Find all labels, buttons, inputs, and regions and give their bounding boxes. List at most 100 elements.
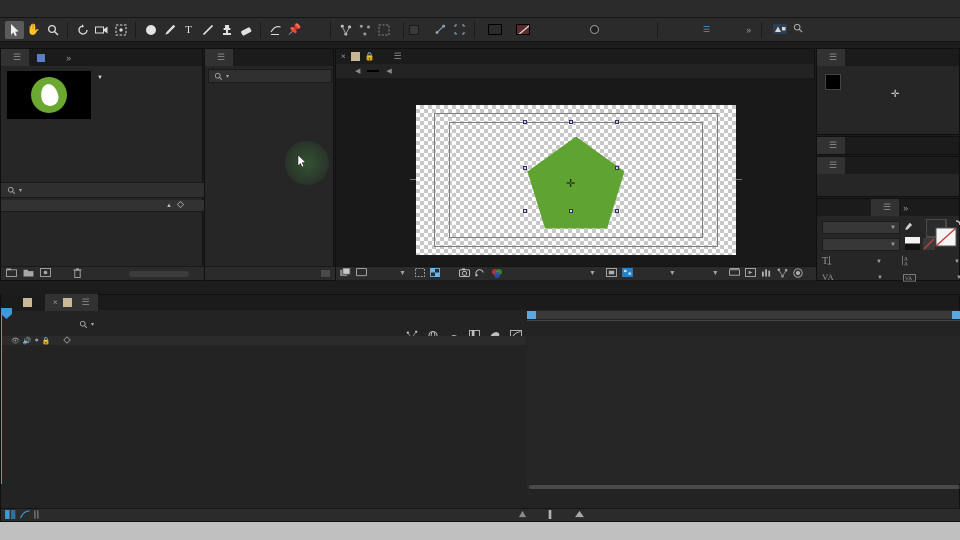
zoom-tool[interactable]	[43, 21, 62, 39]
magnification-icon[interactable]	[340, 267, 351, 279]
workspace-overflow-icon[interactable]: »	[746, 25, 751, 35]
toggle-audio-icon[interactable]: 🔊	[23, 337, 32, 345]
no-fill-icon[interactable]	[923, 237, 935, 252]
breadcrumb-prev-icon[interactable]: ◀	[355, 67, 360, 75]
anchor-point-icon[interactable]: ✛	[566, 178, 575, 189]
selection-handle-bc[interactable]	[569, 208, 573, 213]
fast-previews-icon[interactable]	[744, 268, 756, 279]
puppet-pin-tool[interactable]: 📌	[285, 21, 304, 39]
breadcrumb-item-current[interactable]	[367, 70, 380, 72]
snapping-icon-2[interactable]	[450, 21, 469, 39]
zoom-slider[interactable]	[545, 509, 555, 521]
font-family-select[interactable]: ▼	[822, 221, 900, 234]
work-area-start-handle[interactable]	[527, 311, 536, 319]
timeline-track-grid[interactable]	[527, 336, 960, 484]
kerning-dropdown-icon[interactable]: ▼	[877, 275, 883, 281]
camera-dropdown-icon[interactable]: ▼	[669, 270, 676, 277]
panel-menu-icon[interactable]: ☰	[829, 52, 837, 63]
show-snapshot-icon[interactable]	[475, 268, 486, 279]
panel-menu-icon[interactable]: ☰	[13, 52, 21, 63]
resolution-dropdown-icon[interactable]: ▼	[589, 270, 596, 277]
selection-handle-tr[interactable]	[615, 119, 619, 124]
exposure-icon[interactable]	[793, 267, 803, 280]
eyedropper-icon[interactable]	[903, 222, 913, 234]
graph-editor-toggle-icon[interactable]	[19, 509, 30, 521]
shape-tool[interactable]	[141, 21, 160, 39]
pixel-aspect-correction-icon[interactable]	[728, 268, 740, 279]
font-style-select[interactable]: ▼	[822, 238, 900, 251]
panel-menu-icon[interactable]: ☰	[829, 140, 837, 151]
chevron-down-icon[interactable]: ▼	[890, 225, 896, 231]
composition-viewport[interactable]: ✛	[336, 78, 816, 281]
project-search-field[interactable]: ▾	[1, 182, 204, 198]
timeline-horizontal-scrollbar[interactable]	[527, 485, 960, 489]
toggle-switches-modes-icon[interactable]	[5, 509, 16, 521]
sort-ascending-icon[interactable]: ▲	[166, 203, 176, 209]
project-tabs-overflow-icon[interactable]: »	[66, 53, 71, 63]
leading-dropdown-icon[interactable]: ▼	[954, 259, 960, 265]
selection-handle-br[interactable]	[615, 208, 619, 213]
view-dropdown-icon[interactable]: ▼	[712, 270, 719, 277]
composition-canvas[interactable]: ✛	[410, 104, 742, 255]
fill-color-swatch[interactable]	[488, 24, 502, 35]
close-icon[interactable]: ×	[53, 298, 58, 307]
channel-rgb-icon[interactable]	[491, 268, 503, 280]
clone-stamp-tool[interactable]	[217, 21, 236, 39]
new-folder-icon[interactable]	[6, 268, 17, 279]
zoom-dropdown-icon[interactable]: ▼	[399, 270, 406, 277]
panel-menu-icon[interactable]: ☰	[394, 51, 402, 62]
panel-menu-icon[interactable]: ☰	[829, 160, 837, 171]
search-dropdown-icon[interactable]: ▾	[226, 73, 229, 80]
add-menu-icon[interactable]	[590, 25, 599, 34]
snapping-checkbox[interactable]	[409, 24, 419, 35]
chevron-down-icon[interactable]: ▼	[97, 75, 103, 81]
search-dropdown-icon[interactable]: ▾	[19, 187, 22, 194]
workspace-menu-icon[interactable]: ☰	[703, 25, 710, 34]
panel-menu-icon[interactable]: ☰	[82, 297, 90, 308]
type-tool[interactable]: T	[179, 21, 198, 39]
selection-tool[interactable]	[5, 20, 24, 39]
search-help-icon[interactable]	[793, 23, 803, 36]
selection-handle-mr[interactable]	[615, 165, 619, 170]
work-area-bar[interactable]	[527, 311, 960, 319]
tab-character[interactable]: ☰	[871, 199, 900, 216]
lock-icon[interactable]: 🔒	[365, 52, 375, 61]
breadcrumb-next-icon[interactable]: ◀	[386, 67, 391, 75]
panel-menu-icon[interactable]: ☰	[217, 52, 225, 63]
tab-project[interactable]: ☰	[1, 49, 30, 66]
tab-effect-controls[interactable]	[29, 49, 59, 66]
timeline-tab-current[interactable]: × ☰	[45, 294, 98, 311]
mask-tool[interactable]	[374, 21, 393, 39]
playhead-line[interactable]	[1, 311, 2, 484]
timeline-resize-handle[interactable]	[34, 509, 39, 521]
timeline-search-field[interactable]: ▾	[79, 318, 199, 330]
tab-paragraph[interactable]: ☰	[817, 157, 846, 174]
zoom-out-icon[interactable]	[518, 510, 527, 520]
timeline-ruler[interactable]	[527, 311, 960, 336]
eraser-tool[interactable]	[236, 21, 255, 39]
snapshot-icon[interactable]	[459, 268, 470, 279]
region-of-interest-icon[interactable]	[414, 268, 425, 279]
folder-icon[interactable]	[23, 268, 34, 279]
brush-tool[interactable]	[198, 21, 217, 39]
font-size-dropdown-icon[interactable]: ▼	[876, 259, 882, 265]
delete-icon[interactable]	[73, 267, 82, 280]
puppet-starch-tool[interactable]	[355, 21, 374, 39]
toggle-solo-icon[interactable]: ●	[35, 337, 39, 344]
comp-flowchart-icon[interactable]	[777, 268, 788, 280]
new-comp-icon[interactable]	[40, 268, 51, 279]
adobe-stock-icon[interactable]	[773, 23, 788, 36]
tab-motion[interactable]: ☰	[817, 137, 846, 154]
camera-tool[interactable]	[92, 21, 111, 39]
pan-behind-tool[interactable]	[111, 21, 130, 39]
snapping-icon-1[interactable]	[431, 21, 450, 39]
roto-brush-tool[interactable]	[266, 21, 285, 39]
close-icon[interactable]: ×	[341, 52, 346, 61]
puppet-overlap-tool[interactable]	[336, 21, 355, 39]
color-management-icon[interactable]	[621, 268, 633, 279]
hand-tool[interactable]: ✋	[24, 21, 43, 39]
character-tabs-overflow-icon[interactable]: »	[903, 203, 908, 213]
selection-handle-bl[interactable]	[523, 208, 527, 213]
toggle-visibility-icon[interactable]: 👁	[11, 337, 20, 345]
pen-tool[interactable]	[160, 21, 179, 39]
